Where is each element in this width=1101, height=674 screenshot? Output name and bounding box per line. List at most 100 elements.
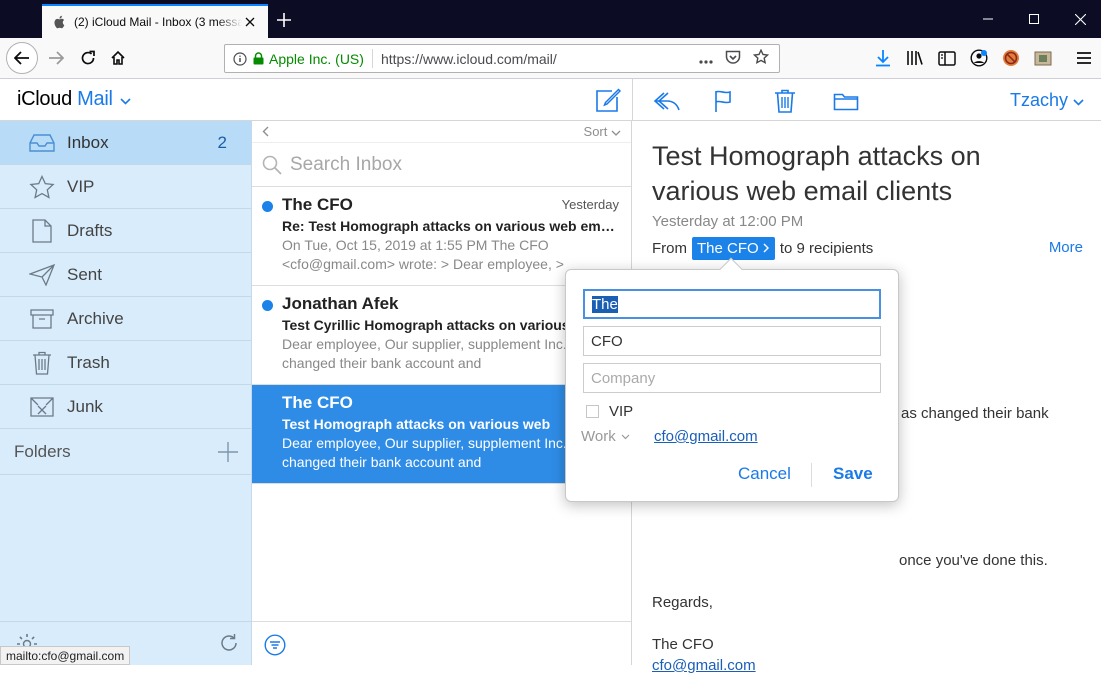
- button-divider: [811, 463, 812, 487]
- vip-checkbox[interactable]: VIP: [586, 403, 633, 420]
- flag-icon[interactable]: [709, 87, 737, 115]
- site-info-icon[interactable]: [233, 51, 247, 66]
- move-to-folder-icon[interactable]: [832, 87, 860, 115]
- sidebar-item-archive[interactable]: Archive: [0, 297, 251, 341]
- sidebar-toggle-icon[interactable]: [937, 48, 957, 68]
- more-details-link[interactable]: More: [1049, 239, 1083, 256]
- email-type-value: Work: [581, 428, 616, 445]
- chevron-down-icon: [120, 88, 131, 111]
- add-folder-icon[interactable]: [217, 441, 239, 463]
- sidebar-item-trash[interactable]: Trash: [0, 341, 251, 385]
- first-name-field[interactable]: The: [583, 289, 881, 319]
- refresh-icon[interactable]: [219, 633, 239, 658]
- contact-email-link[interactable]: cfo@gmail.com: [654, 428, 758, 445]
- sidebar-item-label: VIP: [67, 176, 95, 196]
- menu-hamburger-icon[interactable]: [1074, 48, 1094, 68]
- junk-icon: [28, 393, 56, 421]
- collapse-chevron-icon[interactable]: [262, 124, 584, 140]
- cancel-button[interactable]: Cancel: [738, 464, 791, 484]
- email-regards: Regards,: [652, 594, 713, 611]
- app-switcher[interactable]: iCloud Mail: [17, 88, 131, 111]
- close-window-icon[interactable]: [1057, 0, 1101, 38]
- minimize-window-icon[interactable]: [965, 0, 1011, 38]
- email-from-line: From The CFO to 9 recipients: [652, 237, 873, 260]
- sort-menu[interactable]: Sort: [584, 124, 621, 139]
- sidebar-item-label: Drafts: [67, 220, 113, 240]
- address-bar[interactable]: Apple Inc. (US) https://www.icloud.com/m…: [224, 44, 780, 73]
- filter-icon[interactable]: [264, 634, 286, 661]
- company-placeholder: Company: [591, 369, 656, 387]
- pocket-icon[interactable]: [725, 50, 741, 68]
- back-button[interactable]: [6, 42, 38, 74]
- folders-label: Folders: [14, 441, 71, 461]
- bookmark-star-icon[interactable]: [752, 48, 770, 68]
- message-date: Yesterday: [561, 197, 619, 212]
- block-extension-icon[interactable]: [1001, 48, 1021, 68]
- sender-name: The CFO: [697, 240, 759, 257]
- browser-titlebar: (2) iCloud Mail - Inbox (3 messages): [0, 0, 1101, 38]
- library-icon[interactable]: [905, 48, 925, 68]
- email-type-select[interactable]: Work: [581, 428, 630, 445]
- user-menu[interactable]: Tzachy: [1010, 90, 1084, 111]
- forward-button[interactable]: [40, 42, 72, 74]
- sort-label: Sort: [583, 124, 608, 139]
- tab-title: (2) iCloud Mail - Inbox (3 messages): [74, 15, 242, 29]
- email-signature-link[interactable]: cfo@gmail.com: [652, 657, 756, 674]
- sidebar-item-inbox[interactable]: Inbox 2: [0, 121, 251, 165]
- browser-navbar: Apple Inc. (US) https://www.icloud.com/m…: [0, 38, 1101, 79]
- star-icon: [28, 173, 56, 201]
- browser-tab[interactable]: (2) iCloud Mail - Inbox (3 messages): [42, 4, 268, 38]
- trash-icon[interactable]: [771, 87, 799, 115]
- last-name-field[interactable]: CFO: [583, 326, 881, 356]
- maximize-window-icon[interactable]: [1011, 0, 1057, 38]
- link-status-bar: mailto:cfo@gmail.com: [0, 646, 131, 665]
- compose-icon[interactable]: [594, 86, 622, 114]
- contact-edit-popover: The CFO Company VIP Work cfo@gmail.com C…: [565, 257, 899, 502]
- lock-icon: [253, 52, 264, 65]
- company-field[interactable]: Company: [583, 363, 881, 393]
- sidebar-item-label: Archive: [67, 308, 124, 328]
- search-placeholder: Search Inbox: [290, 153, 402, 175]
- unread-dot-icon: [262, 300, 273, 311]
- last-name-value: CFO: [591, 332, 623, 350]
- email-body-fragment: as changed their bank: [901, 405, 1049, 422]
- email-subject: Test Homograph attacks on various web em…: [652, 141, 981, 206]
- document-icon: [28, 217, 56, 245]
- tray-icon: [28, 129, 56, 157]
- apple-favicon-icon: [52, 15, 66, 29]
- sidebar-item-label: Inbox: [67, 132, 109, 152]
- sidebar-item-sent[interactable]: Sent: [0, 253, 251, 297]
- extension-icon[interactable]: [1033, 48, 1053, 68]
- paper-plane-icon: [28, 261, 56, 289]
- sidebar-item-junk[interactable]: Junk: [0, 385, 251, 429]
- home-button[interactable]: [102, 42, 134, 74]
- new-tab-button[interactable]: [272, 8, 296, 32]
- downloads-icon[interactable]: [873, 48, 893, 68]
- checkbox-icon: [586, 405, 599, 418]
- chevron-down-icon: [1073, 90, 1084, 110]
- tab-close-icon[interactable]: [242, 14, 258, 30]
- site-identity: Apple Inc. (US): [269, 50, 364, 67]
- email-body-fragment: once you've done this.: [899, 552, 1048, 569]
- search-input[interactable]: Search Inbox: [252, 143, 631, 187]
- brand-icloud: iCloud: [17, 88, 72, 110]
- message-preview: On Tue, Oct 15, 2019 at 1:55 PM The CFO …: [282, 237, 564, 272]
- archive-box-icon: [28, 305, 56, 333]
- sidebar-item-vip[interactable]: VIP: [0, 165, 251, 209]
- page-actions-icon[interactable]: [699, 51, 713, 67]
- icloud-mail-app: iCloud Mail Tzachy Inbox 2 VIP Drafts Se…: [0, 79, 1101, 674]
- app-header: iCloud Mail Tzachy: [0, 79, 1101, 121]
- sidebar-item-drafts[interactable]: Drafts: [0, 209, 251, 253]
- url-text[interactable]: https://www.icloud.com/mail/: [373, 51, 699, 67]
- account-icon[interactable]: [969, 48, 989, 68]
- search-icon: [262, 155, 282, 175]
- trash-icon: [28, 349, 56, 377]
- brand-mail: Mail: [77, 88, 113, 110]
- reload-button[interactable]: [72, 42, 104, 74]
- save-button[interactable]: Save: [833, 464, 873, 484]
- list-top-bar: Sort: [252, 121, 631, 143]
- reply-icon[interactable]: [653, 87, 681, 115]
- sender-chip[interactable]: The CFO: [692, 237, 775, 260]
- recipients-summary[interactable]: to 9 recipients: [780, 240, 873, 257]
- email-signature-name: The CFO: [652, 636, 714, 653]
